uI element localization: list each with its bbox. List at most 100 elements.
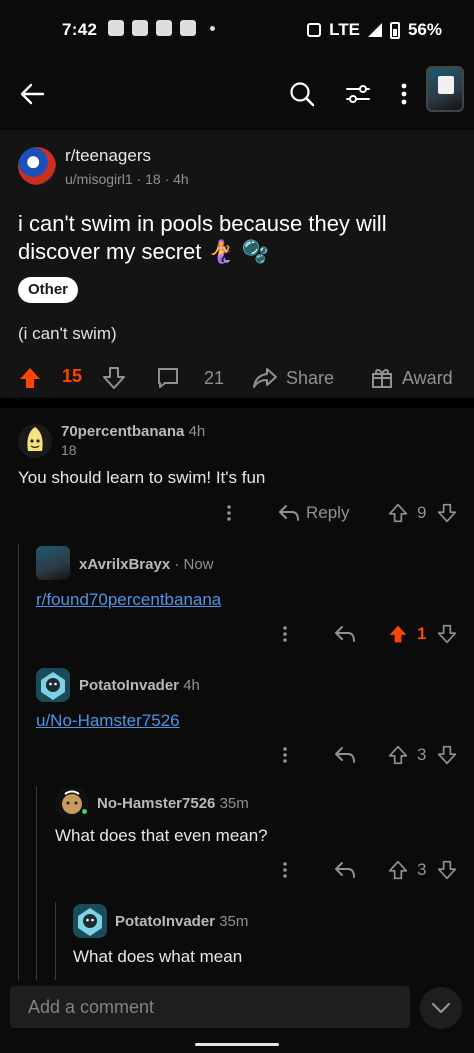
downvote-button[interactable] [437, 619, 457, 649]
comment-link[interactable]: r/found70percentbanana [36, 590, 221, 610]
comment-age: 4h [183, 677, 200, 694]
downvote-icon [437, 503, 457, 523]
comment-author[interactable]: PotatoInvader 4h [79, 677, 200, 694]
sort-filter-button[interactable] [340, 76, 376, 112]
gesture-home-bar[interactable] [195, 1043, 279, 1046]
upvote-button[interactable] [18, 366, 42, 390]
author-name[interactable]: PotatoInvader [115, 913, 215, 930]
comment-more-button[interactable] [282, 740, 288, 770]
upvote-filled-icon [389, 625, 407, 643]
vote-count: 9 [417, 503, 427, 522]
chevron-down-icon [431, 1002, 451, 1014]
reply-arrow-icon [335, 862, 355, 878]
downvote-icon [103, 367, 125, 389]
reply-button[interactable] [334, 740, 356, 770]
kebab-menu-icon [401, 83, 407, 105]
activity-notification-icon [180, 20, 196, 36]
banana-avatar-icon [27, 427, 43, 451]
title-emoji: 🧜‍♀️ 🫧 [207, 240, 270, 265]
comment-more-button[interactable] [282, 855, 288, 885]
upvote-button[interactable] [388, 740, 408, 770]
upvote-button[interactable] [388, 855, 408, 885]
comment-more-button[interactable] [226, 498, 232, 528]
hooded-avatar-icon [78, 908, 102, 936]
reply-arrow-icon [335, 747, 355, 763]
comments-button[interactable]: 21 [156, 366, 224, 390]
subreddit-avatar[interactable] [18, 147, 56, 185]
more-notifications-dot [210, 25, 215, 31]
upvote-filled-icon [20, 368, 40, 388]
commenter-avatar[interactable] [36, 546, 70, 580]
downvote-button[interactable] [437, 855, 457, 885]
downvote-button[interactable] [437, 498, 457, 528]
add-comment-input[interactable]: Add a comment [10, 986, 410, 1028]
commenter-avatar[interactable] [73, 904, 107, 938]
reply-button[interactable] [334, 855, 356, 885]
post-body: (i can't swim) [18, 324, 117, 343]
search-button[interactable] [284, 76, 320, 112]
kebab-menu-icon [227, 505, 231, 521]
author-name[interactable]: No-Hamster7526 [97, 795, 215, 812]
user-avatar[interactable] [426, 66, 464, 112]
award-button[interactable]: Award [370, 366, 453, 390]
reply-button[interactable]: Reply [278, 498, 349, 528]
upvote-icon [388, 745, 408, 765]
reply-arrow-icon [335, 626, 355, 642]
comment-age: 35m [219, 913, 249, 930]
system-icons: LTE 56% [307, 20, 442, 40]
author-flair-score: 18 [61, 442, 77, 458]
vote-count: 1 [417, 624, 427, 643]
kebab-menu-icon [283, 626, 287, 642]
notification-icons [108, 20, 215, 36]
downvote-button[interactable] [437, 740, 457, 770]
share-label: Share [286, 367, 335, 388]
post-flair[interactable]: Other [18, 277, 79, 303]
back-button[interactable] [14, 76, 50, 112]
comment-actions: Reply 9 [0, 498, 474, 528]
status-time: 7:42 [62, 20, 98, 39]
comment-author[interactable]: xAvrilxBrayx · Now [79, 556, 214, 573]
subreddit-name[interactable]: r/teenagers [65, 146, 151, 166]
comment-actions: 3 [0, 740, 474, 770]
app-notification-icon [108, 20, 124, 36]
comment-text: What does that even mean? [55, 826, 268, 845]
downvote-icon [437, 860, 457, 880]
share-button[interactable]: Share [252, 366, 334, 390]
author-name[interactable]: xAvrilxBrayx [79, 556, 170, 573]
chat-notification-icon [132, 20, 148, 36]
downvote-button[interactable] [102, 366, 126, 390]
comment-author[interactable]: No-Hamster7526 35m [97, 795, 249, 812]
author-name[interactable]: 70percentbanana [61, 423, 184, 440]
status-bar: 7:42 LTE 56% [0, 0, 474, 60]
downvote-icon [437, 745, 457, 765]
upvote-icon [388, 860, 408, 880]
commenter-avatar[interactable] [55, 786, 89, 820]
commenter-avatar[interactable] [18, 424, 52, 458]
comment-more-button[interactable] [282, 619, 288, 649]
author-name[interactable]: PotatoInvader [79, 677, 179, 694]
downvote-icon [437, 624, 457, 644]
comment-author[interactable]: PotatoInvader 35m [115, 913, 248, 930]
commenter-avatar[interactable] [36, 668, 70, 702]
app-top-bar [0, 62, 474, 128]
reply-button[interactable] [334, 619, 356, 649]
thread-line[interactable] [55, 902, 56, 980]
comment-author[interactable]: 70percentbanana 4h [61, 423, 205, 440]
comment-age: · Now [174, 556, 214, 573]
comment-actions: 1 [0, 619, 474, 649]
vibrate-icon [307, 23, 322, 37]
post-vote-count: 15 [62, 366, 83, 386]
comment-age: 35m [219, 795, 249, 812]
snapchat-notification-icon [156, 20, 172, 36]
next-comment-button[interactable] [420, 987, 462, 1029]
upvote-button[interactable] [388, 619, 408, 649]
upvote-button[interactable] [388, 498, 408, 528]
kebab-menu-icon [283, 862, 287, 878]
more-options-button[interactable] [386, 76, 422, 112]
award-label: Award [402, 367, 453, 388]
comment-link[interactable]: u/No-Hamster7526 [36, 711, 180, 731]
comment-age: 4h [188, 423, 206, 440]
gift-icon [372, 368, 392, 388]
network-type: LTE [329, 20, 360, 39]
comment-text: You should learn to swim! It's fun [18, 468, 266, 487]
